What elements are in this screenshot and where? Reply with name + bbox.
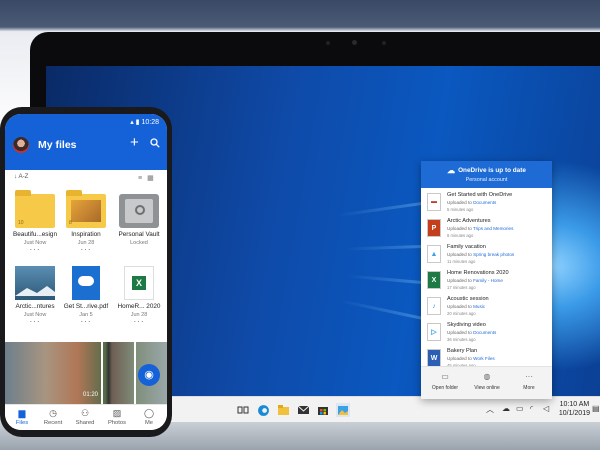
activity-item[interactable]: ▬ Get Started with OneDrive Uploaded to … [421, 191, 552, 216]
more-icon: ··· [525, 372, 533, 381]
folder-link[interactable]: Documents [473, 200, 496, 205]
activity-item[interactable]: ▷ Skydiving video Uploaded to Documents … [421, 321, 552, 346]
camera-icon: ◉ [144, 369, 154, 381]
file-explorer-icon[interactable] [276, 403, 290, 417]
image-icon: ▨ [112, 408, 122, 418]
sensor-icon [326, 41, 330, 45]
chevron-up-icon[interactable]: ︿ [486, 404, 494, 415]
status-bar: ▴ ▮ 10:28 [5, 114, 167, 128]
file-tile[interactable]: X HomeR... 2020 Jun 28 ··· [115, 266, 163, 326]
nav-photos[interactable]: ▨ Photos [102, 408, 132, 426]
vault-icon [119, 194, 159, 228]
scene: ︿ ☁ ▭ ◜ ◁ 10:10 AM 10/1/2019 ▤ ☁ OneDriv… [0, 0, 600, 450]
view-toggle[interactable]: ≡▦ [138, 174, 159, 182]
onedrive-flyout: ☁ OneDrive is up to date Personal accoun… [421, 161, 552, 399]
open-folder-button[interactable]: ▭ Open folder [425, 372, 465, 391]
nav-me[interactable]: ◯ Me [134, 408, 164, 426]
activity-item[interactable]: X Home Renovations 2020 Uploaded to Fami… [421, 269, 552, 294]
avatar[interactable] [13, 137, 29, 153]
folder-icon: 8 [66, 190, 106, 228]
nav-files[interactable]: ▆ Files [7, 408, 37, 426]
excel-icon: X [124, 266, 154, 300]
store-icon[interactable] [316, 403, 330, 417]
folder-icon: ▭ [441, 372, 449, 381]
sensor-icon [382, 41, 386, 45]
camera-button[interactable]: ◉ [138, 364, 160, 386]
file-tile[interactable]: 10 Beautifu...esign Just Now ··· [11, 190, 59, 254]
flyout-header: ☁ OneDrive is up to date Personal accoun… [421, 161, 552, 188]
word-icon: W [427, 349, 441, 367]
more-button[interactable]: ··· More [509, 372, 549, 391]
edge-browser-icon[interactable] [256, 403, 270, 417]
file-tile[interactable]: Get St...rive.pdf Jan 5 ··· [62, 266, 110, 326]
more-icon[interactable]: ··· [11, 318, 59, 326]
folder-link[interactable]: Family - Home [473, 278, 503, 283]
cloud-icon: ☁ [447, 166, 456, 175]
more-icon[interactable]: ··· [62, 246, 110, 254]
folder-link[interactable]: Documents [473, 330, 496, 335]
notification-icon[interactable]: ▤ [592, 404, 600, 413]
pdf-icon: ▬ [427, 193, 441, 211]
more-icon[interactable]: ··· [115, 318, 163, 326]
nav-recent[interactable]: ◷ Recent [38, 408, 68, 426]
folder-icon: 10 [15, 190, 55, 228]
activity-item[interactable]: ▲ Family vacation Uploaded to Spring bre… [421, 243, 552, 268]
presentation-thumbnail [15, 266, 55, 300]
mail-icon[interactable] [296, 403, 310, 417]
flyout-title: OneDrive is up to date [458, 167, 526, 174]
pdf-thumbnail [72, 266, 100, 300]
folder-link[interactable]: Spring break photos [473, 252, 514, 257]
folder-link[interactable]: Trips and Memories [473, 226, 513, 231]
volume-icon[interactable]: ◁ [543, 404, 549, 413]
file-tile[interactable]: Arctic...ntures Just Now ··· [11, 266, 59, 326]
excel-icon: X [427, 271, 441, 289]
person-icon: ◯ [143, 408, 155, 418]
video-duration: 01:20 [83, 392, 99, 398]
webcam-icon [352, 40, 357, 45]
clock-icon: ◷ [49, 408, 57, 418]
battery-icon[interactable]: ▭ [516, 404, 524, 413]
file-tile[interactable]: 8 Inspiration Jun 28 ··· [62, 190, 110, 254]
sort-button[interactable]: ↓ A-Z [14, 173, 28, 180]
onedrive-cloud-icon[interactable]: ☁ [502, 404, 510, 413]
activity-item[interactable]: P Arctic Adventures Uploaded to Trips an… [421, 217, 552, 242]
music-icon: ♪ [427, 297, 441, 315]
grid-view-icon[interactable]: ▦ [147, 175, 159, 182]
flyout-subtitle: Personal account [465, 177, 508, 183]
task-view-icon[interactable] [236, 403, 250, 417]
people-icon: ⚇ [80, 408, 90, 418]
flyout-footer: ▭ Open folder ◍ View online ··· More [421, 366, 552, 399]
folder-icon: ▆ [18, 408, 26, 418]
search-icon[interactable] [150, 138, 160, 151]
add-icon[interactable]: + [130, 134, 139, 151]
status-time: 10:28 [141, 119, 159, 126]
clock-date: 10/1/2019 [558, 410, 590, 417]
phone-screen: ▴ ▮ 10:28 My files + ↓ A-Z ≡▦ 10 Beautif… [5, 114, 167, 430]
wifi-icon[interactable]: ◜ [530, 404, 533, 413]
activity-item[interactable]: ♪ Acoustic session Uploaded to Music 20 … [421, 295, 552, 320]
more-icon[interactable]: ··· [62, 318, 110, 326]
video-icon: ▷ [427, 323, 441, 341]
more-icon[interactable]: ··· [11, 246, 59, 254]
taskbar-clock[interactable]: 10:10 AM 10/1/2019 [559, 400, 590, 418]
list-view-icon[interactable]: ≡ [138, 175, 147, 182]
folder-link[interactable]: Work Files [473, 356, 495, 361]
bottom-nav: ▆ Files ◷ Recent ⚇ Shared ▨ Photos ◯ Me [5, 404, 167, 430]
app-header: My files + [5, 128, 167, 170]
phone: ▴ ▮ 10:28 My files + ↓ A-Z ≡▦ 10 Beautif… [0, 107, 172, 437]
globe-icon: ◍ [483, 372, 491, 381]
powerpoint-icon: P [427, 219, 441, 237]
signal-icon: ▴ ▮ [130, 119, 142, 126]
photos-app-icon[interactable] [336, 403, 350, 417]
nav-shared[interactable]: ⚇ Shared [70, 408, 100, 426]
clock-time: 10:10 AM [559, 401, 590, 408]
view-online-button[interactable]: ◍ View online [467, 372, 507, 391]
page-title: My files [38, 139, 77, 151]
photo-icon: ▲ [427, 245, 441, 263]
folder-link[interactable]: Music [473, 304, 485, 309]
personal-vault-tile[interactable]: Personal Vault Locked [115, 194, 163, 246]
